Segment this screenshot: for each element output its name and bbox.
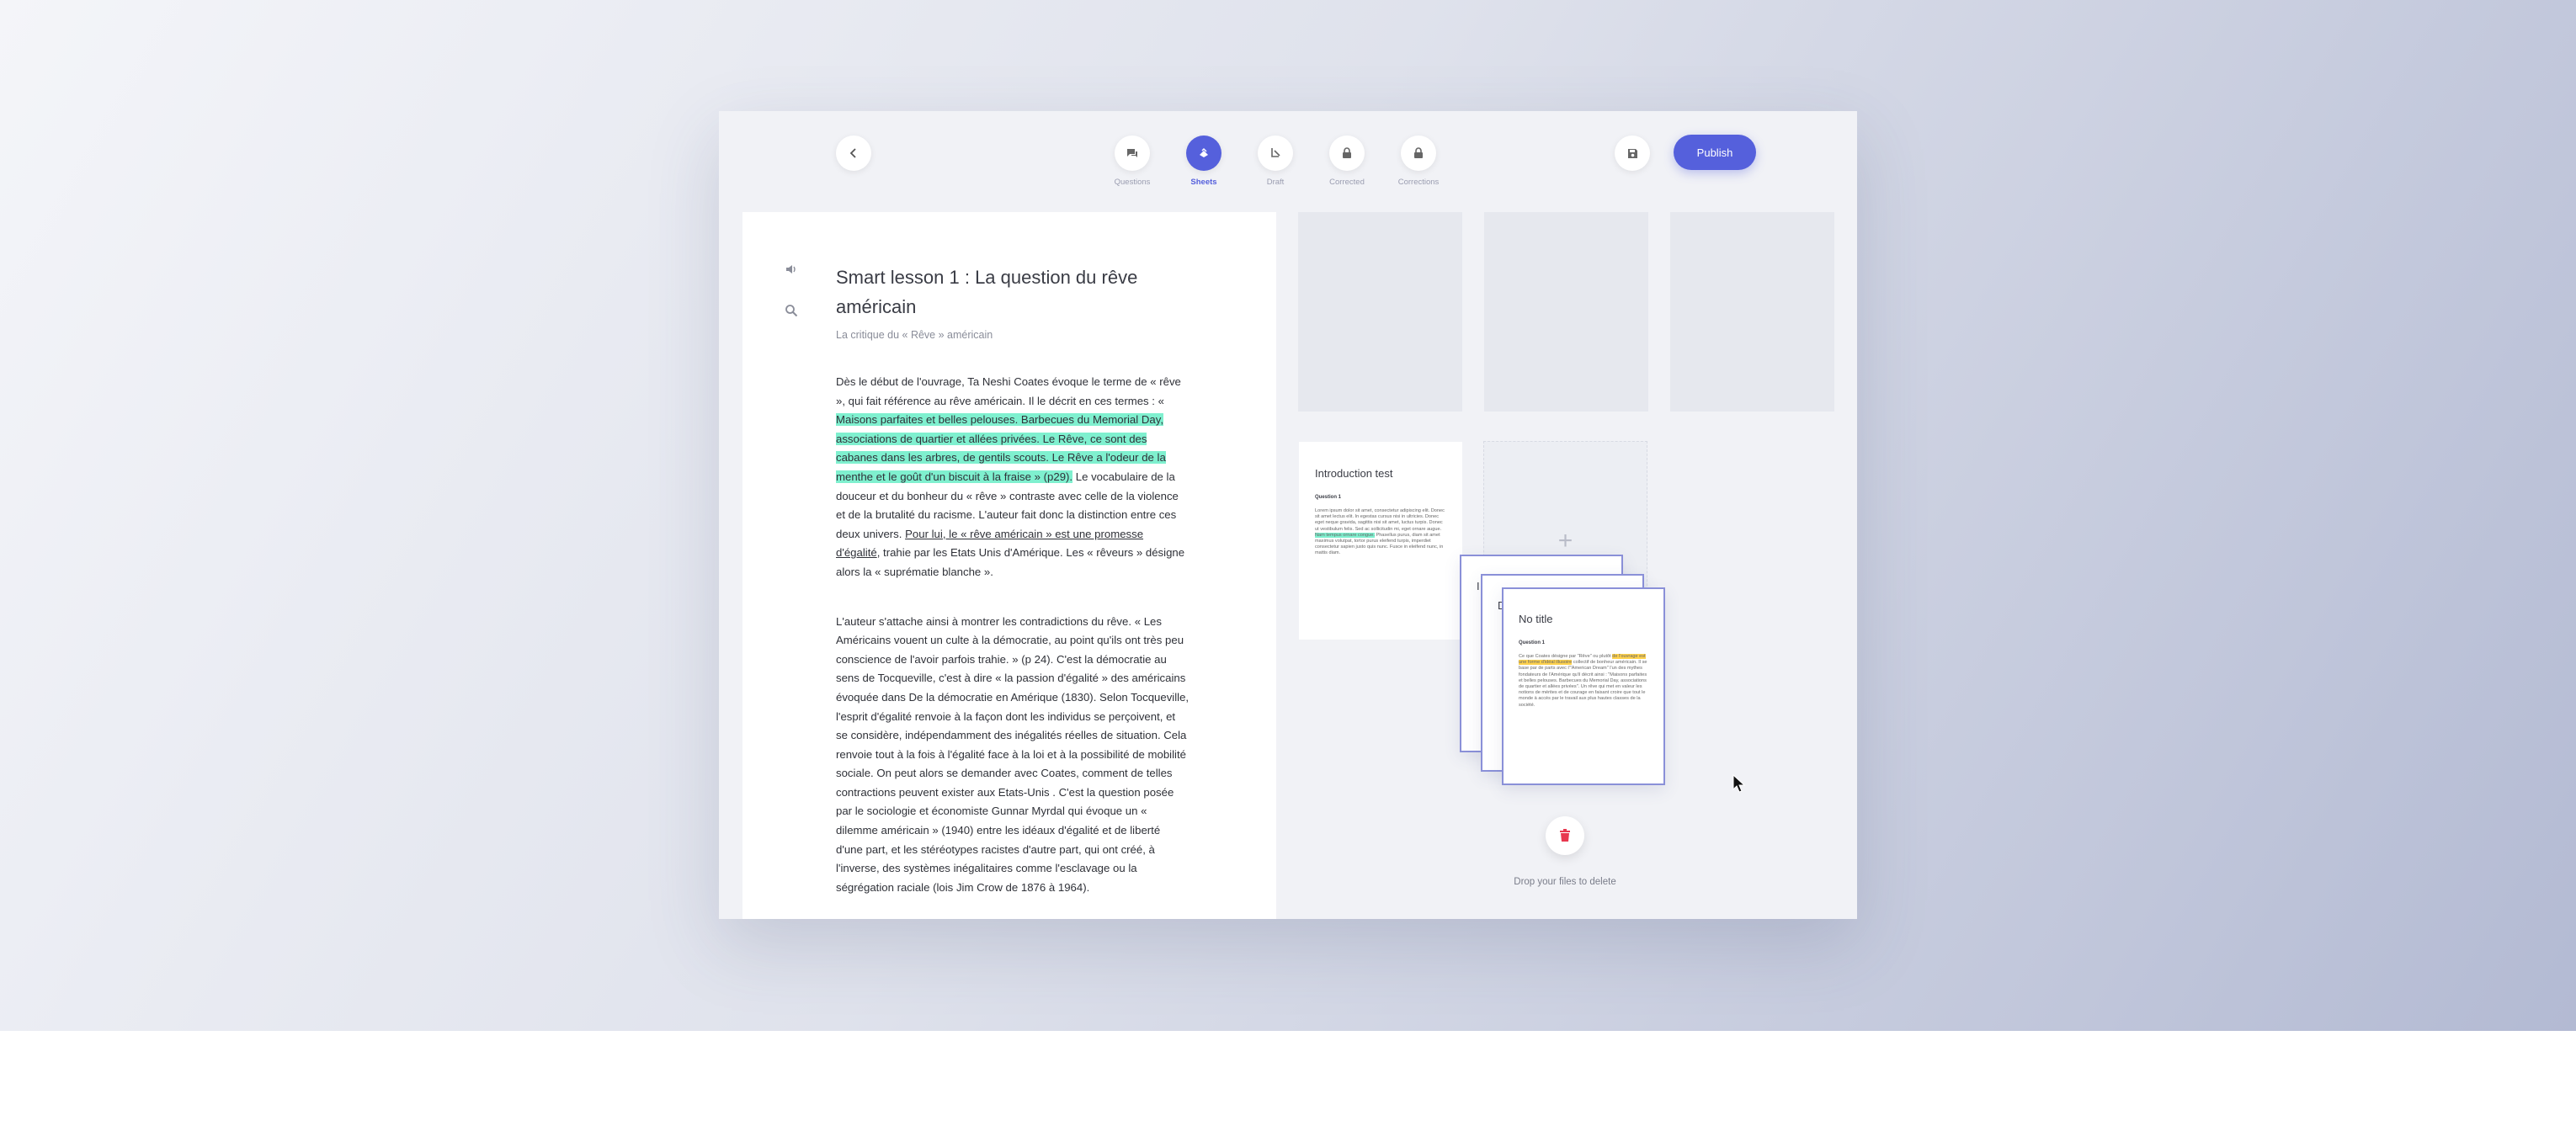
sheet-text: Ce que Coates désigne par "Rêve" ou plut… (1519, 654, 1647, 708)
trash-icon (1560, 829, 1570, 842)
sheet-title: Introduction test (1315, 467, 1393, 480)
publish-button[interactable]: Publish (1674, 135, 1756, 170)
text-run: Dès le début de l'ouvrage, Ta Neshi Coat… (836, 375, 1181, 407)
lock-icon (1414, 147, 1423, 158)
document-panel: Smart lesson 1 : La question du rêve amé… (742, 212, 1276, 919)
dragged-sheet-front[interactable]: No title Question 1 Ce que Coates désign… (1502, 587, 1665, 785)
draft-icon (1271, 148, 1280, 157)
document-body: Smart lesson 1 : La question du rêve amé… (836, 263, 1190, 897)
step-label: Draft (1266, 178, 1285, 187)
trash-drop-zone[interactable] (1546, 816, 1584, 855)
paragraph[interactable]: Dès le début de l'ouvrage, Ta Neshi Coat… (836, 373, 1190, 582)
step-sheets[interactable]: Sheets (1186, 135, 1221, 187)
step-label: Corrected (1329, 178, 1365, 187)
step-label: Corrections (1397, 178, 1440, 187)
step-label: Questions (1114, 178, 1151, 187)
sheet-placeholder (1484, 212, 1648, 412)
document-title: Smart lesson 1 : La question du rêve amé… (836, 267, 1138, 317)
sheet-text: Lorem ipsum dolor sit amet, consectetur … (1315, 508, 1445, 556)
question-label: Question 1 (1519, 640, 1546, 645)
sheet-placeholder (1670, 212, 1834, 412)
sheet-placeholder (1298, 212, 1462, 412)
step-corrections[interactable]: Corrections (1398, 135, 1439, 187)
question-label: Question 1 (1315, 495, 1342, 500)
step-draft[interactable]: Draft (1258, 135, 1293, 187)
save-button[interactable] (1615, 135, 1650, 171)
sheet-card-introduction[interactable]: Introduction test Question 1 Lorem ipsum… (1299, 442, 1462, 640)
drop-to-delete-label: Drop your files to delete (1514, 877, 1616, 887)
mouse-cursor-icon (1732, 774, 1746, 793)
chat-icon (1127, 149, 1137, 157)
document-subtitle: La critique du « Rêve » américain (836, 329, 993, 341)
sheets-icon (1200, 148, 1208, 157)
text-run: , trahie par les Etats Unis d'Amérique. … (836, 546, 1185, 578)
step-label: Sheets (1190, 178, 1217, 187)
step-questions[interactable]: Questions (1115, 135, 1150, 187)
sheet-title: No title (1519, 613, 1553, 625)
save-icon (1627, 148, 1637, 158)
step-corrected[interactable]: Corrected (1329, 135, 1365, 187)
speaker-icon[interactable] (785, 263, 798, 280)
app-window: Questions Sheets Draft Corrected Correct… (719, 111, 1857, 919)
step-nav: Questions Sheets Draft Corrected Correct… (1115, 135, 1439, 187)
chevron-left-icon (849, 148, 856, 158)
background-stage: Questions Sheets Draft Corrected Correct… (0, 0, 2576, 1031)
back-button[interactable] (836, 135, 871, 171)
search-icon[interactable] (785, 304, 798, 321)
document-tools (785, 263, 798, 321)
plus-icon: + (1557, 526, 1573, 555)
lock-icon (1343, 147, 1351, 158)
paragraph[interactable]: L'auteur s'attache ainsi à montrer les c… (836, 613, 1190, 898)
